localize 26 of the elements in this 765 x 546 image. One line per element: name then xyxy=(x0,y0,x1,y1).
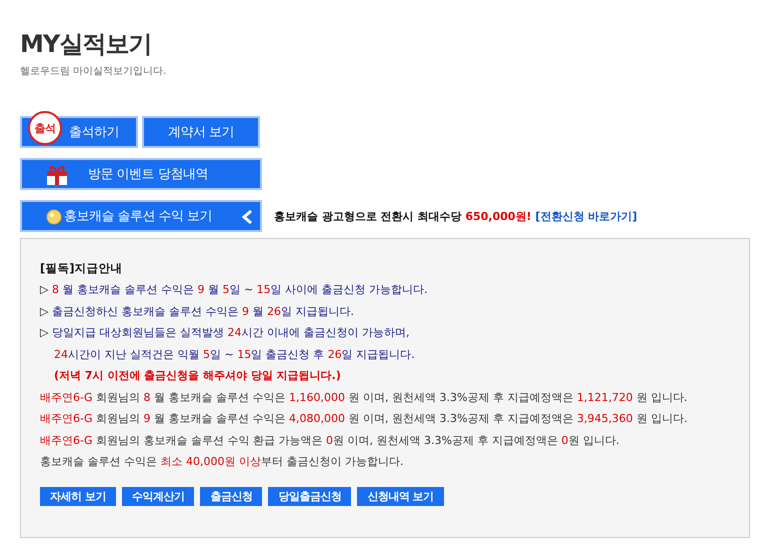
notice-line: ▷ 출금신청하신 홍보캐슬 솔루션 수익은 9 월 26일 지급됩니다. xyxy=(40,304,354,320)
revenue-button[interactable]: 홍보캐슬 솔루션 수익 보기 xyxy=(20,200,262,232)
stamp-badge: 출석 xyxy=(28,111,62,145)
gift-icon xyxy=(46,164,68,186)
notice-title: [필독]지급안내 xyxy=(40,260,123,277)
action-button[interactable]: 수익계산기 xyxy=(122,486,194,506)
chevron-left-icon xyxy=(240,209,254,225)
notice-line: ▷ 당일지급 대상회원님들은 실적발생 24시간 이내에 출금신청이 가능하며, xyxy=(40,325,410,341)
event-button[interactable]: 방문 이벤트 당첨내역 xyxy=(20,158,262,190)
notice-line: 배주연6-G 회원님의 9 월 홍보캐슬 솔루션 수익은 4,080,000 원 이며, 원천세액 3.3%공제 후 지급예정액은 3,945,360 원 입니다. xyxy=(40,411,688,427)
action-button[interactable]: 신청내역 보기 xyxy=(357,486,444,506)
notice-line: ▷ 8 월 홍보캐슬 솔루션 수익은 9 월 5일 ~ 15일 사이에 출금신청 가능합니다. xyxy=(40,282,428,298)
notice-line: 배주연6-G 회원님의 홍보캐슬 솔루션 수익 환급 가능액은 0원 이며, 원천세액 3.3%공제 후 지급예정액은 0원 입니다. xyxy=(40,432,620,448)
action-button[interactable]: 당일출금신청 xyxy=(268,486,352,506)
action-button[interactable]: 자세히 보기 xyxy=(40,486,116,506)
page-subtitle: 헬로우드림 마이실적보기입니다. xyxy=(20,65,166,78)
action-button[interactable]: 출금신청 xyxy=(200,486,262,506)
notice-line: (저녁 7시 이전에 출금신청을 해주셔야 당일 지급됩니다.) xyxy=(54,368,341,384)
notice-line: 24시간이 지난 실적건은 익월 5일 ~ 15일 출금신청 후 26일 지급됩니다. xyxy=(54,346,415,362)
notice-line: 배주연6-G 회원님의 8 월 홍보캐슬 솔루션 수익은 1,160,000 원 이며, 원천세액 3.3%공제 후 지급예정액은 1,121,720 원 입니다. xyxy=(40,390,688,406)
contract-button[interactable]: 계약서 보기 xyxy=(142,116,260,148)
promo-text: 홍보캐슬 광고형으로 전환시 최대수당 650,000원! [전환신청 바로가기] xyxy=(274,208,638,224)
notice-line: 홍보캐슬 솔루션 수익은 최소 40,000원 이상부터 출금신청이 가능합니다. xyxy=(40,454,404,470)
convert-link[interactable]: [전환신청 바로가기] xyxy=(535,210,638,222)
coin-icon xyxy=(46,209,62,225)
page-title: MY실적보기 xyxy=(20,30,152,58)
